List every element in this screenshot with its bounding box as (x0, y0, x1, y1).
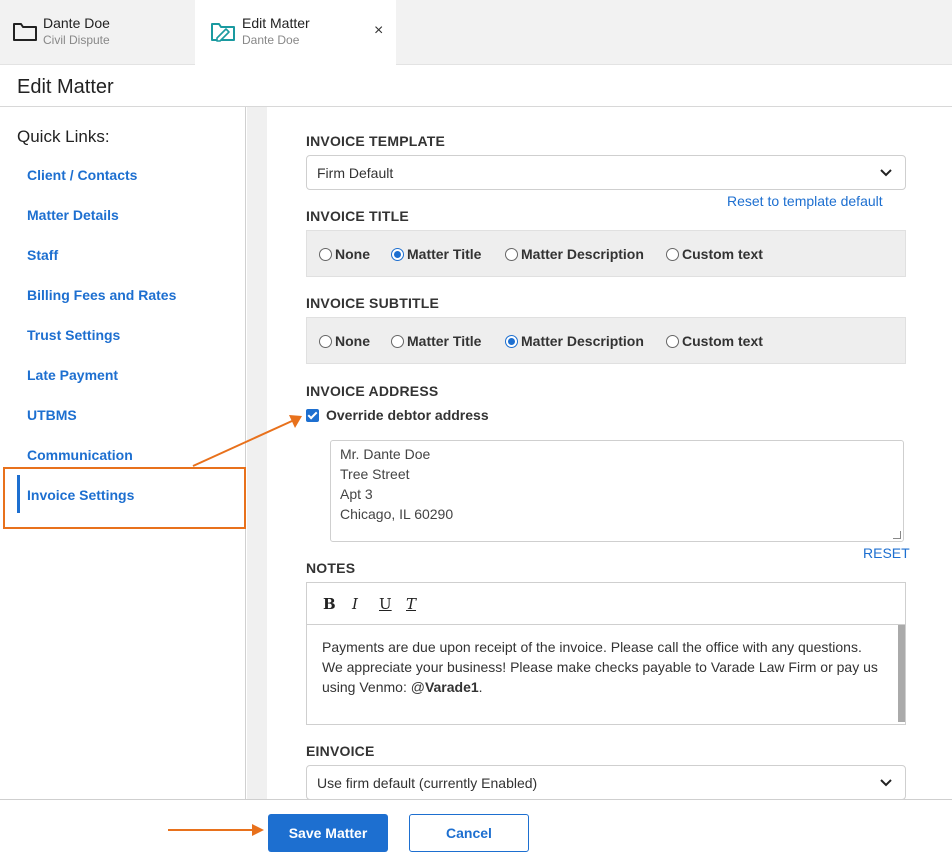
invoice-address-textarea[interactable]: Mr. Dante Doe Tree Street Apt 3 Chicago,… (330, 440, 904, 542)
sidebar-item-communication[interactable]: Communication (27, 447, 133, 463)
invoice-address-label: INVOICE ADDRESS (306, 383, 439, 399)
sidebar-item-staff[interactable]: Staff (27, 247, 58, 263)
tab-edit-matter[interactable]: Edit Matter Dante Doe × (195, 0, 396, 65)
radio-title-none[interactable]: None (319, 246, 370, 262)
sidebar-item-billing-fees-rates[interactable]: Billing Fees and Rates (27, 287, 176, 303)
bold-icon[interactable]: B (323, 595, 336, 613)
select-value: Firm Default (317, 165, 394, 181)
invoice-title-radio-group: None Matter Title Matter Description Cus… (306, 230, 906, 277)
reset-address-link[interactable]: RESET (863, 545, 910, 561)
chevron-down-icon (880, 779, 892, 787)
notes-editor: B I U T Payments are due upon receipt of… (306, 582, 906, 725)
resize-handle[interactable] (893, 531, 901, 539)
select-value: Use firm default (currently Enabled) (317, 775, 538, 791)
tab-dante-doe[interactable]: Dante Doe Civil Dispute (0, 0, 195, 65)
quick-links-heading: Quick Links: (17, 127, 110, 146)
close-icon[interactable]: × (374, 21, 383, 41)
annotation-highlight-box (3, 467, 246, 529)
invoice-subtitle-radio-group: None Matter Title Matter Description Cus… (306, 317, 906, 364)
clear-format-icon[interactable]: T (406, 595, 416, 613)
radio-subtitle-custom-text[interactable]: Custom text (666, 333, 763, 349)
editor-scrollbar[interactable] (898, 625, 905, 722)
tab-bar: Dante Doe Civil Dispute Edit Matter Dant… (0, 0, 952, 65)
sidebar-item-matter-details[interactable]: Matter Details (27, 207, 119, 223)
sidebar-item-late-payment[interactable]: Late Payment (27, 367, 118, 383)
radio-title-matter-title[interactable]: Matter Title (391, 246, 481, 262)
reset-template-link[interactable]: Reset to template default (727, 193, 883, 209)
sidebar-item-trust-settings[interactable]: Trust Settings (27, 327, 120, 343)
invoice-template-label: INVOICE TEMPLATE (306, 133, 446, 149)
einvoice-select[interactable]: Use firm default (currently Enabled) (306, 765, 906, 800)
invoice-title-label: INVOICE TITLE (306, 208, 409, 224)
folder-icon (13, 23, 37, 41)
radio-subtitle-none[interactable]: None (319, 333, 370, 349)
invoice-template-select[interactable]: Firm Default (306, 155, 906, 190)
editor-toolbar: B I U T (307, 583, 905, 625)
override-debtor-address-checkbox[interactable]: Override debtor address (306, 407, 489, 423)
sidebar-item-utbms[interactable]: UTBMS (27, 407, 77, 423)
page-title: Edit Matter (17, 76, 114, 98)
sidebar-item-client-contacts[interactable]: Client / Contacts (27, 167, 137, 183)
panel-divider (247, 107, 267, 799)
tab-title: Edit Matter (242, 15, 310, 31)
invoice-settings-panel: INVOICE TEMPLATE Firm Default Reset to t… (267, 107, 952, 800)
radio-subtitle-matter-title[interactable]: Matter Title (391, 333, 481, 349)
italic-icon[interactable]: I (352, 595, 358, 613)
notes-label: NOTES (306, 560, 356, 576)
underline-icon[interactable]: U (379, 595, 392, 613)
invoice-subtitle-label: INVOICE SUBTITLE (306, 295, 440, 311)
footer-bar: Save Matter Cancel (0, 799, 952, 858)
save-matter-button[interactable]: Save Matter (268, 814, 388, 852)
notes-text[interactable]: Payments are due upon receipt of the inv… (322, 637, 882, 697)
tab-subtitle: Dante Doe (242, 33, 300, 47)
einvoice-label: EINVOICE (306, 743, 375, 759)
checkbox-checked-icon (306, 409, 319, 422)
radio-title-matter-description[interactable]: Matter Description (505, 246, 644, 262)
radio-subtitle-matter-description[interactable]: Matter Description (505, 333, 644, 349)
radio-title-custom-text[interactable]: Custom text (666, 246, 763, 262)
tab-subtitle: Civil Dispute (43, 33, 110, 47)
cancel-button[interactable]: Cancel (409, 814, 529, 852)
chevron-down-icon (880, 169, 892, 177)
tab-title: Dante Doe (43, 15, 110, 31)
quick-links-sidebar: Quick Links: Client / Contacts Matter De… (0, 107, 246, 799)
edit-folder-icon (211, 23, 235, 42)
